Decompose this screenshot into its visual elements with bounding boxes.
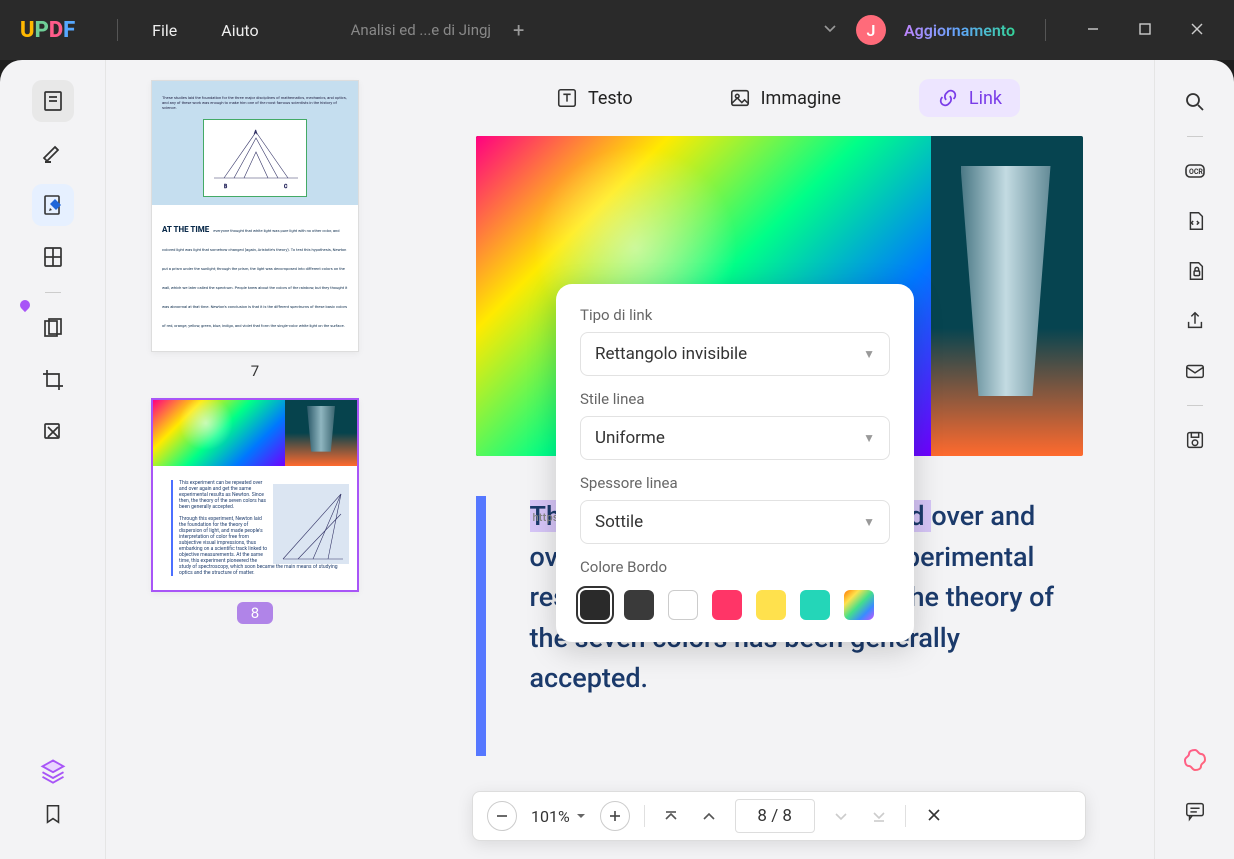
menu-file[interactable]: File xyxy=(152,21,177,40)
reader-tool[interactable] xyxy=(32,80,74,122)
avatar[interactable]: J xyxy=(856,15,886,45)
ai-button[interactable] xyxy=(1177,743,1213,779)
form-tool[interactable] xyxy=(32,236,74,278)
line-style-select[interactable]: Uniforme▼ xyxy=(580,416,890,460)
update-button[interactable]: Aggiornamento xyxy=(904,21,1015,40)
add-tab-button[interactable]: + xyxy=(513,18,524,42)
link-properties-popover: Tipo di link Rettangolo invisibile▼ Stil… xyxy=(556,284,914,642)
convert-button[interactable] xyxy=(1177,203,1213,239)
pages-tool[interactable] xyxy=(32,411,74,453)
tab-image[interactable]: Immagine xyxy=(711,79,859,117)
crop-tool[interactable] xyxy=(32,359,74,401)
email-button[interactable] xyxy=(1177,353,1213,389)
page-thumbnail-8[interactable]: This experiment can be repeated over and… xyxy=(151,398,359,592)
right-toolbar: OCR xyxy=(1154,60,1234,859)
thumbnail-panel: These studies laid the foundation for th… xyxy=(106,60,404,859)
zoom-out-button[interactable] xyxy=(487,801,517,831)
color-swatch-red[interactable] xyxy=(712,590,742,620)
edit-tool[interactable] xyxy=(32,184,74,226)
tab-link[interactable]: Link xyxy=(919,79,1020,117)
thumb-label-7: 7 xyxy=(251,362,259,380)
svg-text:B: B xyxy=(224,184,227,190)
chevron-down-icon: ▼ xyxy=(863,347,875,361)
color-swatch-custom[interactable] xyxy=(844,590,874,620)
svg-text:C: C xyxy=(284,184,288,190)
document-tab[interactable]: Analisi ed ...e di Jingj + xyxy=(351,18,525,42)
protect-button[interactable] xyxy=(1177,253,1213,289)
search-button[interactable] xyxy=(1177,84,1213,120)
close-window-button[interactable] xyxy=(1180,17,1214,44)
page-nav-bar: 101% 8 / 8 xyxy=(472,791,1086,841)
highlight-tool[interactable] xyxy=(32,132,74,174)
color-swatch-yellow[interactable] xyxy=(756,590,786,620)
zoom-in-button[interactable] xyxy=(600,801,630,831)
prev-page-button[interactable] xyxy=(697,804,721,828)
first-page-button[interactable] xyxy=(659,804,683,828)
organize-tool[interactable] xyxy=(32,307,74,349)
layers-icon[interactable] xyxy=(39,757,67,789)
document-tab-label: Analisi ed ...e di Jingj xyxy=(351,21,491,39)
ocr-button[interactable]: OCR xyxy=(1177,153,1213,189)
border-color-swatches xyxy=(580,590,890,620)
link-type-label: Tipo di link xyxy=(580,306,890,324)
bookmark-icon[interactable] xyxy=(42,803,64,829)
link-type-select[interactable]: Rettangolo invisibile▼ xyxy=(580,332,890,376)
left-toolbar xyxy=(0,60,106,859)
svg-text:A: A xyxy=(254,130,258,136)
line-style-label: Stile linea xyxy=(580,390,890,408)
chevron-down-icon[interactable] xyxy=(822,20,838,40)
close-nav-button[interactable] xyxy=(926,804,942,828)
color-swatch-white[interactable] xyxy=(668,590,698,620)
minimize-button[interactable] xyxy=(1076,17,1110,44)
chevron-down-icon: ▼ xyxy=(863,431,875,445)
maximize-button[interactable] xyxy=(1128,17,1162,44)
color-swatch-teal[interactable] xyxy=(800,590,830,620)
chevron-down-icon: ▼ xyxy=(863,515,875,529)
page-indicator[interactable]: 8 / 8 xyxy=(735,799,815,833)
page-thumbnail-7[interactable]: These studies laid the foundation for th… xyxy=(151,80,359,352)
line-width-select[interactable]: Sottile▼ xyxy=(580,500,890,544)
tab-text[interactable]: Testo xyxy=(538,79,651,117)
share-button[interactable] xyxy=(1177,303,1213,339)
edit-mode-tabs: Testo Immagine Link xyxy=(404,60,1154,136)
next-page-button[interactable] xyxy=(829,804,853,828)
border-color-label: Colore Bordo xyxy=(580,558,890,576)
color-swatch-black[interactable] xyxy=(580,590,610,620)
save-button[interactable] xyxy=(1177,422,1213,458)
paragraph-marker xyxy=(476,496,486,756)
color-swatch-darkgray[interactable] xyxy=(624,590,654,620)
zoom-level[interactable]: 101% xyxy=(531,807,586,826)
app-logo: UPDF xyxy=(20,18,75,43)
svg-text:OCR: OCR xyxy=(1189,168,1203,176)
line-width-label: Spessore linea xyxy=(580,474,890,492)
titlebar: UPDF File Aiuto Analisi ed ...e di Jingj… xyxy=(0,0,1234,60)
comment-button[interactable] xyxy=(1177,793,1213,829)
menu-help[interactable]: Aiuto xyxy=(221,21,258,40)
thumb-label-8: 8 xyxy=(237,602,273,624)
last-page-button[interactable] xyxy=(867,804,891,828)
